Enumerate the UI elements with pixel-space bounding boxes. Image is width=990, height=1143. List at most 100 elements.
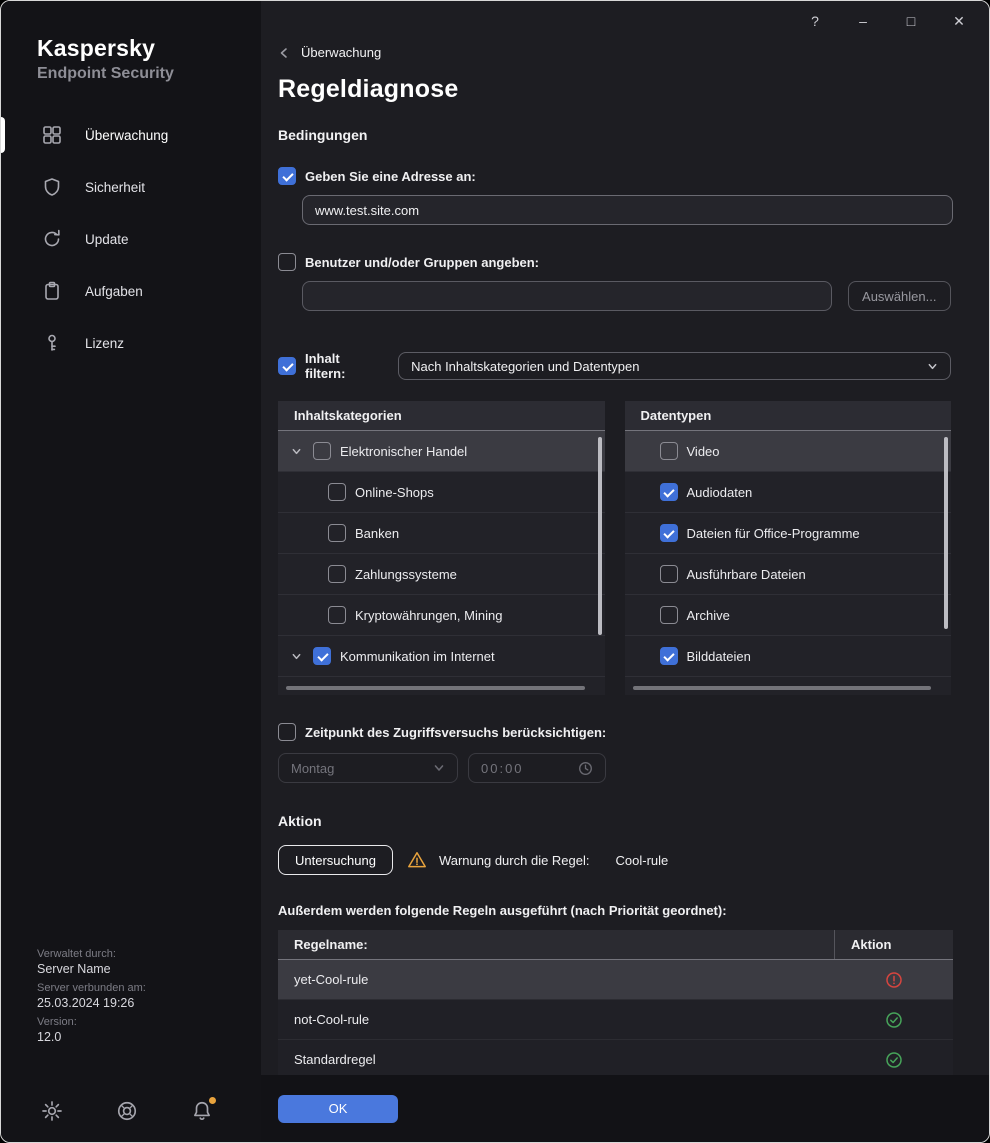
time-input[interactable]: 00:00 xyxy=(468,753,606,783)
sidebar-item-ueberwachung[interactable]: Überwachung xyxy=(1,109,261,161)
rule-table-row[interactable]: yet-Cool-rule xyxy=(278,960,953,1000)
category-checkbox[interactable] xyxy=(328,483,346,501)
key-icon xyxy=(42,333,62,353)
category-label: Elektronischer Handel xyxy=(340,444,467,459)
sidebar-item-update[interactable]: Update xyxy=(1,213,261,265)
sidebar-bottom-icons xyxy=(41,1100,213,1122)
day-select[interactable]: Montag xyxy=(278,753,458,783)
users-checkbox[interactable] xyxy=(278,253,296,271)
titlebar-controls: ? – □ ✕ xyxy=(804,10,970,32)
rule-table-row[interactable]: not-Cool-rule xyxy=(278,1000,953,1040)
managed-by-value: Server Name xyxy=(37,962,146,976)
rule-name: yet-Cool-rule xyxy=(278,972,834,987)
category-checkbox[interactable] xyxy=(328,606,346,624)
datatype-checkbox[interactable] xyxy=(660,524,678,542)
clipboard-icon xyxy=(42,281,62,301)
category-checkbox[interactable] xyxy=(328,565,346,583)
minimize-button[interactable]: – xyxy=(852,10,874,32)
category-checkbox[interactable] xyxy=(313,647,331,665)
choose-users-button[interactable]: Auswählen... xyxy=(848,281,952,311)
close-button[interactable]: ✕ xyxy=(948,10,970,32)
address-checkbox[interactable] xyxy=(278,167,296,185)
rules-table: Regelname: Aktion yet-Cool-rule not-Cool… xyxy=(278,930,953,1075)
grid-icon xyxy=(42,125,62,145)
category-row[interactable]: Online-Shops xyxy=(278,472,605,513)
datatype-row[interactable]: Archive xyxy=(625,595,952,636)
rule-name: Standardregel xyxy=(278,1052,834,1067)
datatype-row[interactable]: Ausführbare Dateien xyxy=(625,554,952,595)
notifications-bell-icon[interactable] xyxy=(191,1100,213,1122)
allowed-icon xyxy=(885,1011,903,1029)
address-checkbox-row: Geben Sie eine Adresse an: xyxy=(278,167,951,185)
sidebar-item-lizenz[interactable]: Lizenz xyxy=(1,317,261,369)
support-icon[interactable] xyxy=(116,1100,138,1122)
address-label: Geben Sie eine Adresse an: xyxy=(305,169,476,184)
main-content: Überwachung Regeldiagnose Bedingungen Ge… xyxy=(261,1,989,1075)
brand: Kaspersky Endpoint Security xyxy=(1,1,261,83)
horizontal-scrollbar-thumb[interactable] xyxy=(286,686,585,690)
connected-value: 25.03.2024 19:26 xyxy=(37,996,146,1010)
ok-button[interactable]: OK xyxy=(278,1095,398,1123)
vertical-scrollbar-thumb[interactable] xyxy=(944,437,948,629)
datatype-checkbox[interactable] xyxy=(660,647,678,665)
datatype-row[interactable]: Audiodaten xyxy=(625,472,952,513)
content-filter-checkbox[interactable] xyxy=(278,357,296,375)
address-input[interactable] xyxy=(302,195,953,225)
vertical-scrollbar-thumb[interactable] xyxy=(598,437,602,635)
warning-rule-name: Cool-rule xyxy=(616,853,669,868)
category-checkbox[interactable] xyxy=(328,524,346,542)
sidebar-item-label: Update xyxy=(85,232,129,247)
warning-text: Warnung durch die Regel: xyxy=(439,853,590,868)
footer-bar: OK xyxy=(261,1075,989,1142)
datatype-checkbox[interactable] xyxy=(660,442,678,460)
datatype-row[interactable]: Bilddateien xyxy=(625,636,952,677)
category-row[interactable]: Banken xyxy=(278,513,605,554)
datatype-checkbox[interactable] xyxy=(660,565,678,583)
allowed-icon xyxy=(885,1051,903,1069)
datatype-checkbox[interactable] xyxy=(660,483,678,501)
help-button[interactable]: ? xyxy=(804,10,826,32)
version-label: Version: xyxy=(37,1016,146,1028)
users-label: Benutzer und/oder Gruppen angeben: xyxy=(305,255,539,270)
connected-label: Server verbunden am: xyxy=(37,982,146,994)
chevron-down-icon[interactable] xyxy=(288,443,304,459)
chevron-down-icon xyxy=(927,361,938,372)
time-controls: Montag 00:00 xyxy=(278,753,951,783)
category-checkbox[interactable] xyxy=(313,442,331,460)
managed-by-label: Verwaltet durch: xyxy=(37,948,146,960)
datatype-label: Archive xyxy=(687,608,730,623)
back-label: Überwachung xyxy=(301,45,381,60)
rule-table-row[interactable]: Standardregel xyxy=(278,1040,953,1075)
warning-triangle-icon xyxy=(407,850,427,870)
content-filter-select[interactable]: Nach Inhaltskategorien und Datentypen xyxy=(398,352,951,380)
sidebar-item-label: Sicherheit xyxy=(85,180,145,195)
horizontal-scrollbar-thumb[interactable] xyxy=(633,686,932,690)
category-label: Zahlungssysteme xyxy=(355,567,457,582)
back-link[interactable]: Überwachung xyxy=(278,1,381,60)
maximize-button[interactable]: □ xyxy=(900,10,922,32)
sidebar-item-aufgaben[interactable]: Aufgaben xyxy=(1,265,261,317)
category-row[interactable]: Elektronischer Handel xyxy=(278,431,605,472)
users-input[interactable] xyxy=(302,281,832,311)
datatypes-panel-header: Datentypen xyxy=(625,401,952,431)
conditions-section-title: Bedingungen xyxy=(278,127,951,143)
sidebar-item-sicherheit[interactable]: Sicherheit xyxy=(1,161,261,213)
datatype-checkbox[interactable] xyxy=(660,606,678,624)
data-types-panel: Datentypen Video Audiodaten Dateien für … xyxy=(625,401,952,695)
untersuchung-button[interactable]: Untersuchung xyxy=(278,845,393,875)
category-row[interactable]: Kommunikation im Internet xyxy=(278,636,605,677)
settings-gear-icon[interactable] xyxy=(41,1100,63,1122)
category-row[interactable]: Zahlungssysteme xyxy=(278,554,605,595)
category-row[interactable]: Kryptowährungen, Mining xyxy=(278,595,605,636)
time-checkbox[interactable] xyxy=(278,723,296,741)
chevron-down-icon[interactable] xyxy=(288,648,304,664)
datatype-row[interactable]: Video xyxy=(625,431,952,472)
clock-icon xyxy=(578,761,593,776)
datatype-label: Video xyxy=(687,444,720,459)
category-label: Online-Shops xyxy=(355,485,434,500)
server-info: Verwaltet durch: Server Name Server verb… xyxy=(37,948,146,1050)
datatype-label: Bilddateien xyxy=(687,649,751,664)
time-value: 00:00 xyxy=(481,761,524,776)
datatype-row[interactable]: Dateien für Office-Programme xyxy=(625,513,952,554)
action-row: Untersuchung Warnung durch die Regel: Co… xyxy=(278,845,951,875)
